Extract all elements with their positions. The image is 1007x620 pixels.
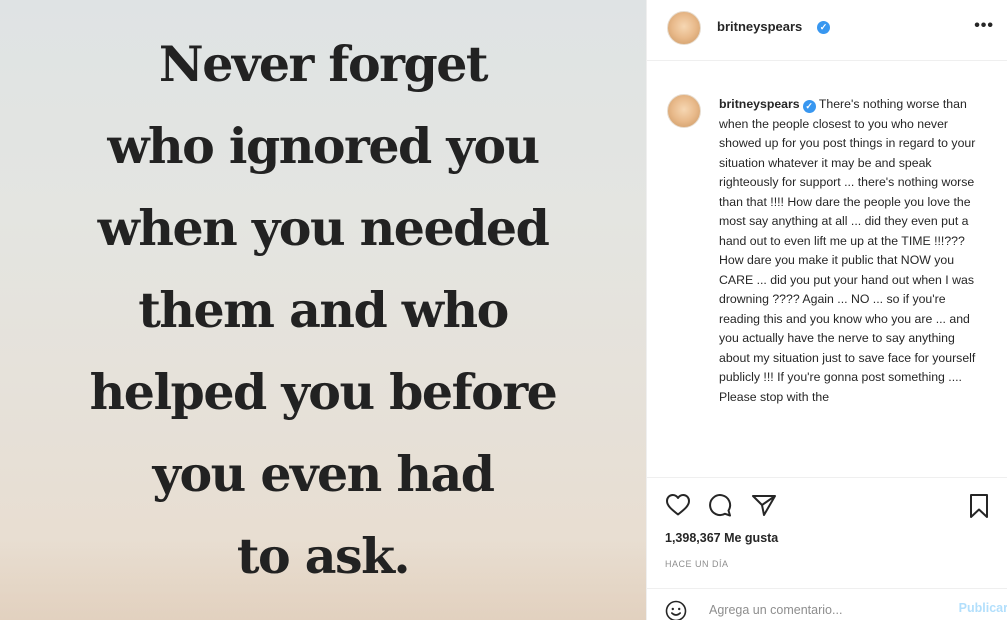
verified-badge-icon: ✓ bbox=[802, 100, 816, 113]
post-actions: 1,398,367 Me gusta HACE UN DÍA Publicar bbox=[647, 477, 1007, 620]
comment-bar: Publicar bbox=[647, 588, 1007, 620]
more-options-icon[interactable]: ••• bbox=[974, 16, 994, 36]
quote-line: you even had bbox=[152, 445, 495, 503]
quote-line: to ask. bbox=[236, 527, 411, 585]
heart-icon[interactable] bbox=[665, 493, 691, 517]
quote-line: them and who bbox=[138, 281, 509, 339]
quote-line: who ignored you bbox=[107, 117, 540, 175]
verified-badge-icon: ✓ bbox=[817, 21, 830, 34]
header-username[interactable]: britneyspears bbox=[717, 19, 802, 34]
save-icon[interactable] bbox=[968, 493, 990, 519]
post-side-panel: britneyspears ✓ ••• britneyspears ✓ There… bbox=[646, 0, 1007, 620]
quote-line: when you needed bbox=[97, 199, 550, 257]
caption: britneyspears ✓ There's nothing worse tha… bbox=[719, 95, 989, 407]
comment-input[interactable] bbox=[709, 603, 929, 617]
post-comment-button[interactable]: Publicar bbox=[959, 601, 1007, 615]
caption-text: There's nothing worse than when the peop… bbox=[719, 97, 976, 404]
post-image: Never forget who ignored you when you ne… bbox=[0, 0, 646, 620]
quote-line: Never forget bbox=[158, 35, 489, 93]
avatar[interactable] bbox=[667, 94, 701, 128]
post-timestamp[interactable]: HACE UN DÍA bbox=[665, 559, 729, 569]
avatar[interactable] bbox=[667, 11, 701, 45]
quote-line: helped you before bbox=[89, 363, 558, 421]
comment-icon[interactable] bbox=[707, 493, 733, 517]
caption-username[interactable]: britneyspears bbox=[719, 97, 800, 111]
post-header: britneyspears ✓ ••• bbox=[647, 0, 1007, 61]
share-icon[interactable] bbox=[751, 493, 777, 517]
caption-area: britneyspears ✓ There's nothing worse tha… bbox=[647, 61, 1007, 477]
likes-count[interactable]: 1,398,367 Me gusta bbox=[665, 531, 778, 545]
emoji-icon[interactable] bbox=[665, 600, 687, 620]
